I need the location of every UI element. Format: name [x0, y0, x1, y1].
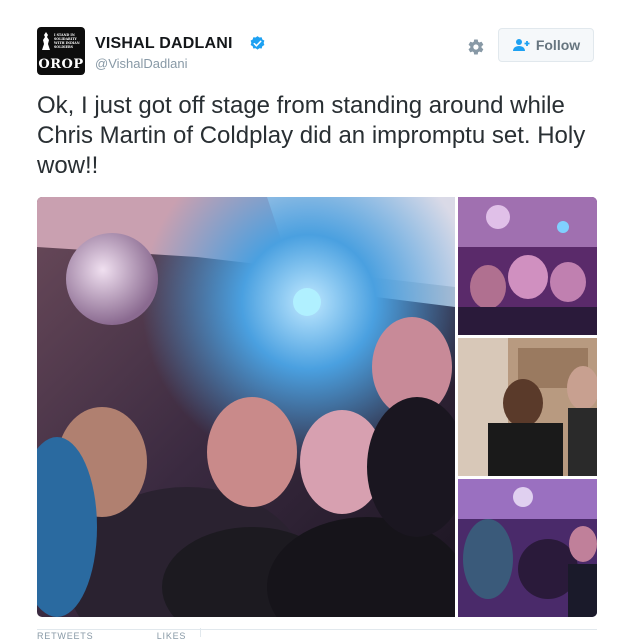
verified-badge-icon — [250, 36, 265, 50]
avatar-text: OROP — [38, 57, 84, 72]
photo-4[interactable] — [458, 479, 597, 617]
tweet-text: Ok, I just got off stage from standing a… — [37, 92, 586, 179]
footer-divider-line — [37, 629, 597, 630]
soldier-emblem-icon — [42, 32, 50, 50]
follow-user-icon — [512, 39, 530, 51]
avatar[interactable]: I STAND IN SOLIDARITY WITH INDIAN SOLDIE… — [37, 27, 85, 75]
retweets-label[interactable]: RETWEETS — [37, 631, 93, 641]
user-handle[interactable]: @VishalDadlani — [95, 56, 187, 71]
gear-icon[interactable] — [467, 38, 485, 56]
photo-3[interactable] — [458, 338, 597, 476]
follow-label: Follow — [535, 37, 581, 53]
avatar-small-text: I STAND IN SOLIDARITY WITH INDIAN SOLDIE… — [54, 33, 80, 49]
follow-button[interactable]: Follow — [498, 28, 594, 62]
user-name[interactable]: VISHAL DADLANI — [95, 35, 233, 53]
photo-main[interactable] — [37, 197, 455, 617]
photo-2[interactable] — [458, 197, 597, 335]
tweet-header: I STAND IN SOLIDARITY WITH INDIAN SOLDIE… — [37, 27, 597, 79]
likes-label[interactable]: LIKES — [157, 631, 187, 641]
media-grid — [37, 197, 597, 617]
tweet-stats: RETWEETS LIKES — [37, 631, 246, 641]
